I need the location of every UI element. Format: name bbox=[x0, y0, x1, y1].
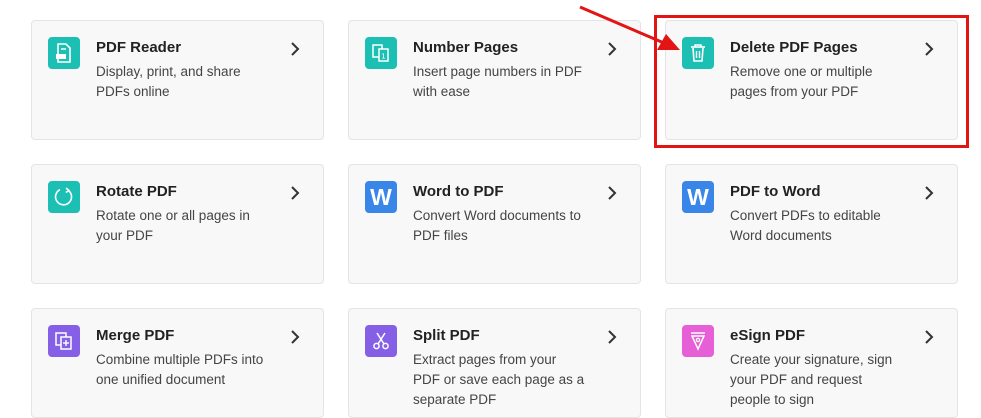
chevron-right-icon bbox=[291, 42, 300, 56]
tool-title: Split PDF bbox=[413, 327, 480, 344]
tool-description: Extract pages from your PDF or save each… bbox=[413, 352, 585, 407]
scissors-icon bbox=[365, 325, 397, 357]
tool-description: Convert Word documents to PDF files bbox=[413, 208, 581, 243]
tool-title: PDF to Word bbox=[730, 183, 821, 200]
highlight-box bbox=[654, 15, 969, 148]
number-pages-icon: 1 bbox=[365, 37, 397, 69]
merge-icon bbox=[48, 325, 80, 357]
tool-card-number-pages[interactable]: 1 Number Pages Insert page numbers in PD… bbox=[348, 20, 641, 140]
chevron-right-icon bbox=[925, 186, 934, 200]
chevron-right-icon bbox=[608, 42, 617, 56]
chevron-right-icon bbox=[608, 186, 617, 200]
chevron-right-icon bbox=[291, 330, 300, 344]
chevron-right-icon bbox=[608, 330, 617, 344]
tool-card-esign-pdf[interactable]: eSign PDF Create your signature, sign yo… bbox=[665, 308, 958, 418]
tool-title: Rotate PDF bbox=[96, 183, 177, 200]
tool-card-split-pdf[interactable]: Split PDF Extract pages from your PDF or… bbox=[348, 308, 641, 418]
svg-text:1: 1 bbox=[381, 53, 385, 61]
tool-card-rotate-pdf[interactable]: Rotate PDF Rotate one or all pages in yo… bbox=[31, 164, 324, 284]
word-icon-letter: W bbox=[370, 183, 392, 210]
pdf-reader-icon bbox=[48, 37, 80, 69]
tool-card-merge-pdf[interactable]: Merge PDF Combine multiple PDFs into one… bbox=[31, 308, 324, 418]
tool-description: Display, print, and share PDFs online bbox=[96, 64, 241, 99]
tool-title: Word to PDF bbox=[413, 183, 504, 200]
tool-description: Combine multiple PDFs into one unified d… bbox=[96, 352, 264, 387]
tool-card-word-to-pdf[interactable]: W Word to PDF Convert Word documents to … bbox=[348, 164, 641, 284]
tool-description: Insert page numbers in PDF with ease bbox=[413, 64, 582, 99]
tool-title: eSign PDF bbox=[730, 327, 806, 344]
chevron-right-icon bbox=[291, 186, 300, 200]
tool-card-pdf-to-word[interactable]: W PDF to Word Convert PDFs to editable W… bbox=[665, 164, 958, 284]
word-icon: W bbox=[682, 181, 714, 213]
tool-description: Create your signature, sign your PDF and… bbox=[730, 352, 893, 407]
tool-title: Number Pages bbox=[413, 39, 519, 56]
esign-icon bbox=[682, 325, 714, 357]
tool-description: Convert PDFs to editable Word documents bbox=[730, 208, 881, 243]
tool-title: Merge PDF bbox=[96, 327, 175, 344]
tool-title: PDF Reader bbox=[96, 39, 182, 56]
word-icon-letter: W bbox=[687, 183, 709, 210]
tool-card-pdf-reader[interactable]: PDF Reader Display, print, and share PDF… bbox=[31, 20, 324, 140]
tool-description: Rotate one or all pages in your PDF bbox=[96, 208, 250, 243]
chevron-right-icon bbox=[925, 330, 934, 344]
word-icon: W bbox=[365, 181, 397, 213]
rotate-icon bbox=[48, 181, 80, 213]
